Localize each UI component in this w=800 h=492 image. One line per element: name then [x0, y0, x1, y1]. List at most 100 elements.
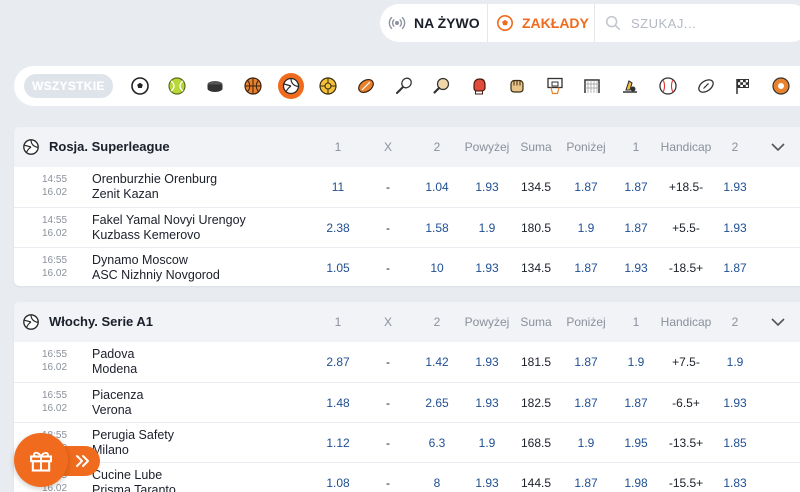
odd-2[interactable]: 2.65: [425, 396, 448, 410]
odd-handicap-2[interactable]: 1.87: [723, 261, 746, 275]
league-panel-rosja: Rosja. Superleague 1 X 2 Powyżej Suma Po…: [14, 127, 800, 286]
col-header-2: 2: [433, 140, 441, 154]
odd-handicap-1[interactable]: 1.95: [624, 436, 647, 450]
bets-tab[interactable]: ZAKŁADY: [488, 4, 595, 42]
total-value: 168.5: [520, 436, 552, 450]
odd-x: -: [386, 355, 390, 369]
odd-handicap-1[interactable]: 1.87: [624, 180, 647, 194]
futsal-goal-icon[interactable]: [574, 73, 612, 99]
handicap-value: -15.5+: [668, 476, 704, 490]
boxing-icon[interactable]: [460, 73, 498, 99]
match-row[interactable]: 16:55 16.02 Padova Modena 2.87 - 1.42 1.93 181.5…: [14, 342, 800, 382]
odd-under[interactable]: 1.87: [574, 180, 597, 194]
match-row[interactable]: 16:55 16.02 Piacenza Verona 1.48 - 2.65 1.93 182…: [14, 382, 800, 422]
odd-handicap-2[interactable]: 1.93: [723, 221, 746, 235]
odd-over[interactable]: 1.93: [475, 355, 498, 369]
american-football-icon[interactable]: [687, 73, 725, 99]
soccer-ball-icon: [496, 13, 514, 33]
badminton-icon[interactable]: [385, 73, 423, 99]
odd-handicap-2[interactable]: 1.83: [723, 476, 746, 490]
basketball-hoop-icon[interactable]: [536, 73, 574, 99]
league-title: Włochy. Serie A1: [49, 314, 154, 329]
table-tennis-icon[interactable]: [423, 73, 461, 99]
odd-handicap-1[interactable]: 1.9: [628, 355, 645, 369]
match-teams[interactable]: Piacenza Verona: [92, 388, 143, 418]
match-hour: 14:55: [42, 174, 68, 185]
volleyball-icon[interactable]: [272, 73, 310, 99]
odd-handicap-1[interactable]: 1.98: [624, 476, 647, 490]
baseball-icon[interactable]: [649, 73, 687, 99]
sport-filter-bar: WSZYSTKIE: [14, 66, 800, 106]
handicap-value: +7.5-: [672, 355, 700, 369]
odd-handicap-1[interactable]: 1.87: [624, 221, 647, 235]
odd-over[interactable]: 1.93: [475, 180, 498, 194]
odd-2[interactable]: 8: [434, 476, 441, 490]
match-row[interactable]: 14:55 16.02 Fakel Yamal Novyi Urengoy Kuzba…: [14, 207, 800, 247]
odd-handicap-2[interactable]: 1.93: [723, 180, 746, 194]
all-sports-filter[interactable]: WSZYSTKIE: [24, 74, 113, 98]
odd-1[interactable]: 1.05: [326, 261, 349, 275]
odd-over[interactable]: 1.9: [479, 221, 496, 235]
match-teams[interactable]: Padova Modena: [92, 347, 137, 377]
rugby-icon[interactable]: [347, 73, 385, 99]
match-teams[interactable]: Orenburzhie Orenburg Zenit Kazan: [92, 172, 217, 202]
football-icon[interactable]: [121, 73, 159, 99]
odd-1[interactable]: 1.48: [326, 396, 349, 410]
match-teams[interactable]: Perugia Safety Milano: [92, 428, 174, 458]
handicap-value: +5.5-: [672, 221, 700, 235]
odd-under[interactable]: 1.9: [578, 436, 595, 450]
tennis-icon[interactable]: [158, 73, 196, 99]
odd-2[interactable]: 6.3: [429, 436, 446, 450]
league-header[interactable]: Włochy. Serie A1 1 X 2 Powyżej Suma Poni…: [14, 302, 800, 342]
col-header-under: Poniżej: [566, 140, 606, 154]
odd-1[interactable]: 1.08: [326, 476, 349, 490]
hockey-icon[interactable]: [196, 73, 234, 99]
handball-icon[interactable]: [309, 73, 347, 99]
odd-handicap-2[interactable]: 1.93: [723, 396, 746, 410]
odd-under[interactable]: 1.87: [574, 355, 597, 369]
match-teams[interactable]: Dynamo Moscow ASC Nizhniy Novgorod: [92, 253, 220, 283]
col-header-over: Powyżej: [464, 315, 510, 329]
motorsport-icon[interactable]: [611, 73, 649, 99]
match-row[interactable]: 14:55 16.02 Orenburzhie Orenburg Zenit Kaza…: [14, 167, 800, 207]
search-field[interactable]: SZUKAJ...: [595, 4, 800, 42]
home-team: Fakel Yamal Novyi Urengoy: [92, 213, 246, 227]
odd-2[interactable]: 10: [430, 261, 443, 275]
total-value: 134.5: [520, 180, 552, 194]
mma-icon[interactable]: [498, 73, 536, 99]
odd-2[interactable]: 1.42: [425, 355, 448, 369]
league-header[interactable]: Rosja. Superleague 1 X 2 Powyżej Suma Po…: [14, 127, 800, 167]
live-tab[interactable]: NA ŻYWO: [380, 4, 488, 42]
odd-1[interactable]: 2.87: [326, 355, 349, 369]
match-row[interactable]: 18:5516.02Cucine LubePrisma Taranto1.08-…: [14, 462, 800, 492]
odd-under[interactable]: 1.87: [574, 476, 597, 490]
basketball-icon[interactable]: [234, 73, 272, 99]
chevron-down-icon[interactable]: [770, 314, 786, 330]
odd-2[interactable]: 1.58: [425, 221, 448, 235]
odd-2[interactable]: 1.04: [425, 180, 448, 194]
away-team: Verona: [92, 403, 132, 417]
odd-under[interactable]: 1.87: [574, 261, 597, 275]
odd-over[interactable]: 1.93: [475, 396, 498, 410]
odd-under[interactable]: 1.9: [578, 221, 595, 235]
racing-flag-icon[interactable]: [724, 73, 762, 99]
match-teams[interactable]: Cucine Lube Prisma Taranto: [92, 468, 176, 492]
odd-1[interactable]: 2.38: [326, 221, 349, 235]
odd-over[interactable]: 1.93: [475, 476, 498, 490]
gift-button[interactable]: [14, 433, 68, 487]
chevron-down-icon[interactable]: [770, 139, 786, 155]
odd-1[interactable]: 11: [332, 180, 344, 194]
match-row[interactable]: 18:5516.02Perugia SafetyMilano1.12-6.31.…: [14, 422, 800, 462]
odd-handicap-1[interactable]: 1.87: [624, 396, 647, 410]
match-teams[interactable]: Fakel Yamal Novyi Urengoy Kuzbass Kemerov…: [92, 213, 246, 243]
odd-handicap-2[interactable]: 1.9: [727, 355, 744, 369]
odd-handicap-1[interactable]: 1.93: [624, 261, 647, 275]
match-row[interactable]: 16:55 16.02 Dynamo Moscow ASC Nizhniy Novgo…: [14, 247, 800, 286]
odd-1[interactable]: 1.12: [326, 436, 349, 450]
odd-over[interactable]: 1.9: [479, 436, 496, 450]
odd-under[interactable]: 1.87: [574, 396, 597, 410]
beach-ball-icon[interactable]: [762, 73, 800, 99]
away-team: Kuzbass Kemerovo: [92, 228, 201, 242]
odd-handicap-2[interactable]: 1.85: [723, 436, 746, 450]
odd-over[interactable]: 1.93: [475, 261, 498, 275]
